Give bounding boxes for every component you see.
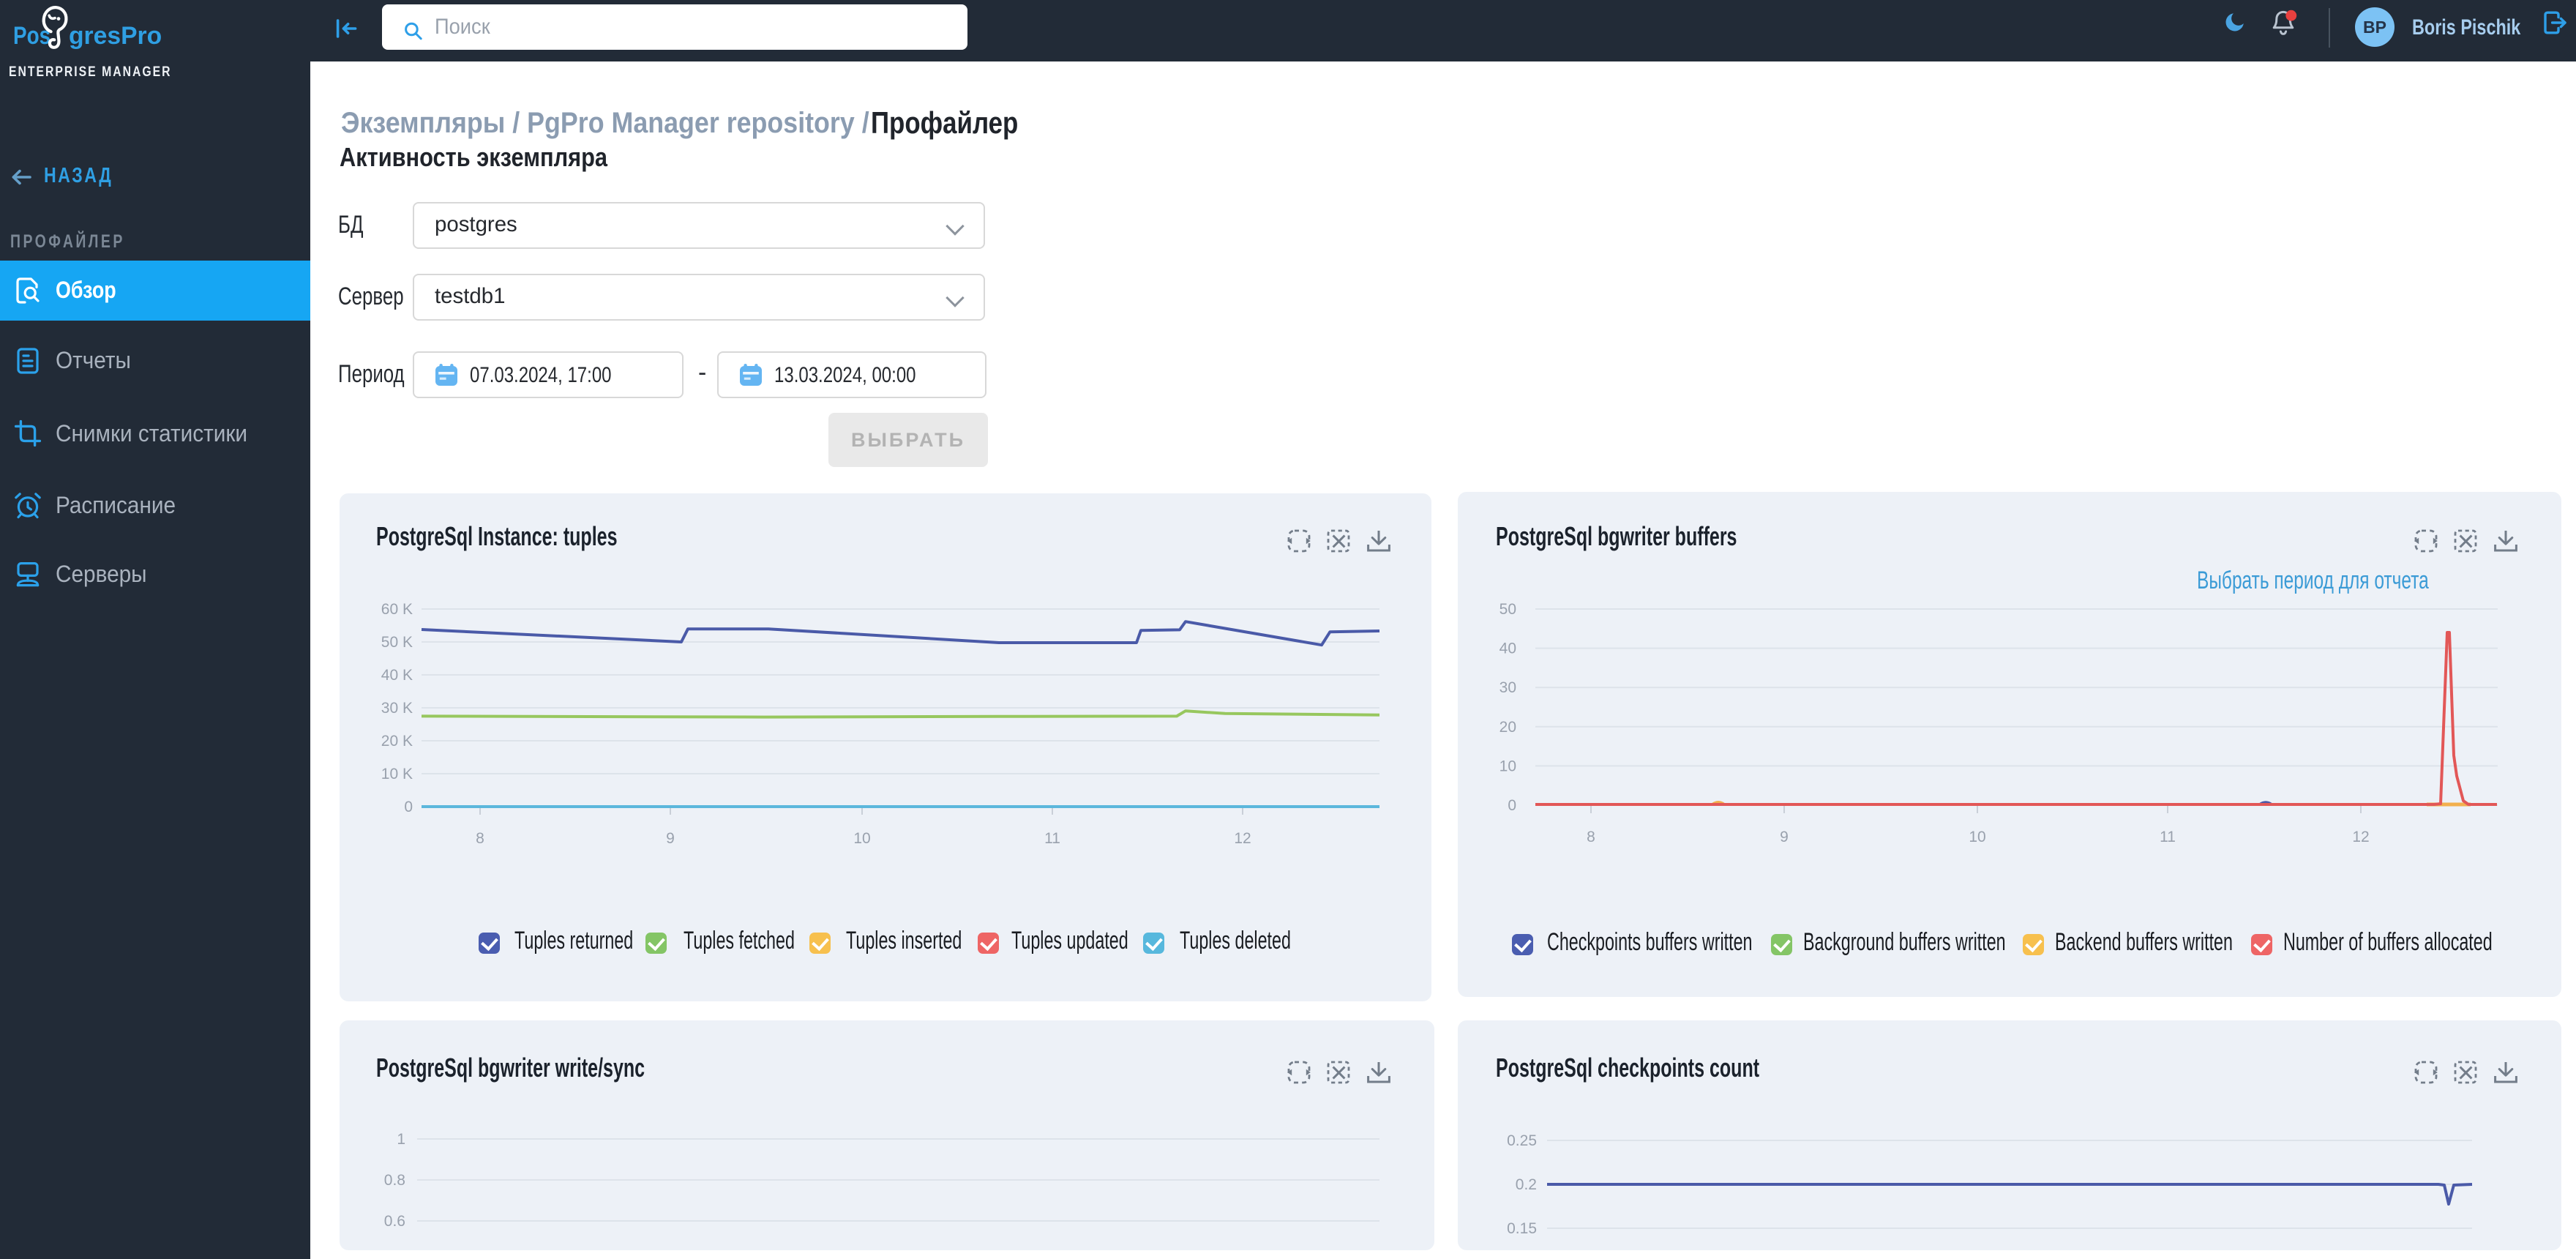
svg-text:8: 8 [476,830,484,847]
svg-text:40 K: 40 K [381,667,413,684]
svg-text:20: 20 [1499,719,1516,736]
svg-text:11: 11 [1044,830,1060,847]
svg-text:0.15: 0.15 [1507,1220,1537,1237]
svg-text:10: 10 [853,830,870,847]
svg-text:30 K: 30 K [381,700,413,717]
svg-text:20 K: 20 K [381,733,413,750]
svg-text:0.8: 0.8 [384,1172,405,1189]
svg-text:9: 9 [666,830,675,847]
svg-text:60 K: 60 K [381,601,413,618]
svg-text:12: 12 [2352,829,2369,845]
svg-text:0.2: 0.2 [1516,1176,1537,1193]
svg-text:9: 9 [1780,829,1789,845]
svg-text:40: 40 [1499,640,1516,657]
svg-text:0: 0 [404,799,413,815]
svg-text:1: 1 [397,1131,405,1148]
svg-text:12: 12 [1234,830,1251,847]
svg-text:0: 0 [1508,797,1516,814]
svg-text:10: 10 [1969,829,1985,845]
svg-text:11: 11 [2160,829,2176,845]
svg-text:50 K: 50 K [381,634,413,651]
svg-text:30: 30 [1499,679,1516,696]
svg-text:50: 50 [1499,601,1516,618]
svg-text:10: 10 [1499,758,1516,774]
svg-text:8: 8 [1587,829,1595,845]
svg-text:0.25: 0.25 [1507,1132,1537,1149]
svg-text:0.6: 0.6 [384,1213,405,1230]
svg-text:10 K: 10 K [381,766,413,782]
